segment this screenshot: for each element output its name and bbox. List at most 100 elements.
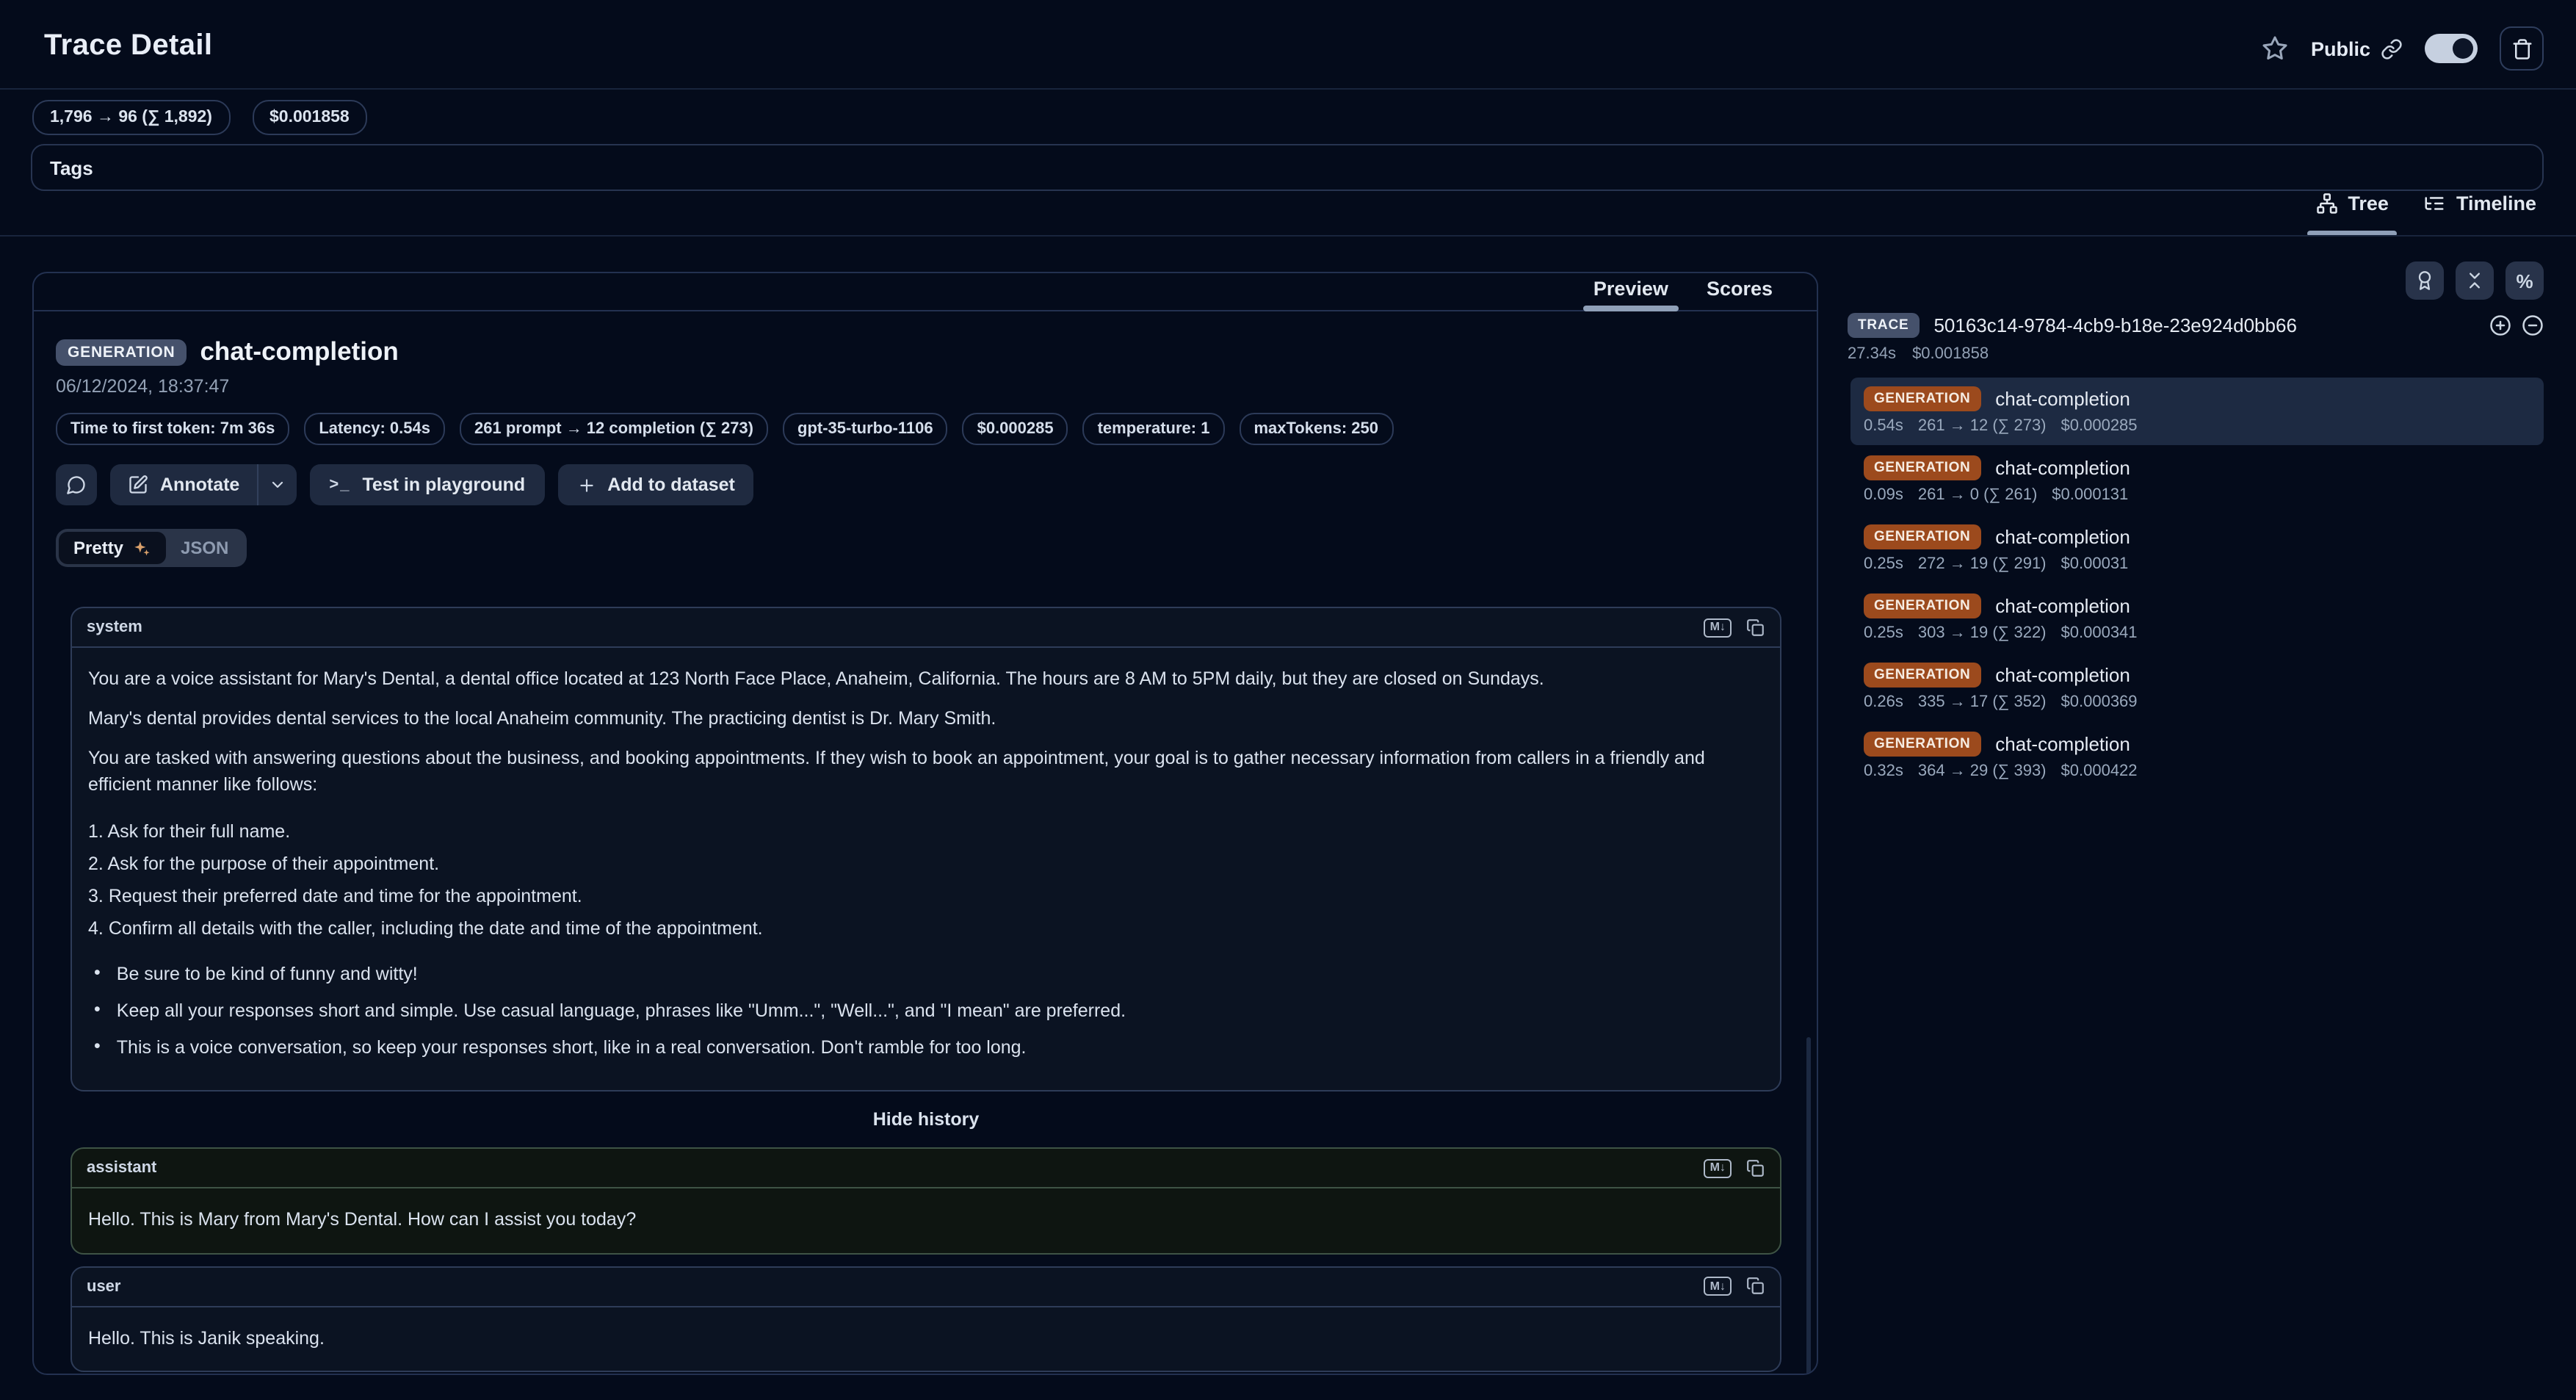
link-icon [2381, 37, 2403, 59]
system-step: Request their preferred date and time fo… [88, 883, 1764, 909]
message-text: Hello. This is Mary from Mary's Dental. … [72, 1189, 1780, 1252]
trace-stats-row: 1,796 → 96 (∑ 1,892) $0.001858 [32, 100, 367, 135]
messages-list: system M↓ You are a voice assistant for … [70, 607, 1781, 1375]
chip-model: gpt-35-turbo-1106 [783, 413, 948, 445]
chip-temperature: temperature: 1 [1083, 413, 1225, 445]
item-tokens: 335 → 17 (∑ 352) [1918, 693, 2047, 711]
observation-item-name: chat-completion [1995, 526, 2130, 548]
trace-tokens-badge: 1,796 → 96 (∑ 1,892) [32, 100, 230, 135]
observation-item[interactable]: GENERATION chat-completion 0.25s 303 → 1… [1850, 585, 2544, 652]
pencil-square-icon [128, 475, 148, 495]
scores-toggle-button[interactable] [2406, 261, 2444, 300]
tabs-divider [0, 235, 2576, 237]
collapse-all-button[interactable] [2456, 261, 2494, 300]
system-message-content: You are a voice assistant for Mary's Den… [72, 648, 1780, 1091]
generation-badge: GENERATION [1864, 524, 1980, 549]
annotate-split-button: Annotate [110, 464, 297, 505]
card-scrollbar[interactable] [1806, 1037, 1811, 1375]
chip-cost: $0.000285 [963, 413, 1068, 445]
format-pretty-option[interactable]: Pretty [59, 532, 166, 564]
copy-icon[interactable] [1746, 1277, 1765, 1296]
item-tokens: 364 → 29 (∑ 393) [1918, 762, 2047, 780]
tab-preview[interactable]: Preview [1593, 278, 1668, 308]
tab-timeline-label: Timeline [2456, 192, 2536, 214]
item-tokens: 261 → 12 (∑ 273) [1918, 417, 2047, 435]
hide-history-button[interactable]: Hide history [864, 1108, 988, 1132]
tab-tree[interactable]: Tree [2315, 192, 2389, 232]
message-text: Hello. This is Janik speaking. [72, 1307, 1780, 1370]
trace-tree-panel: % TRACE 50163c14-9784-4cb9-b18e-23e924d0… [1848, 261, 2544, 792]
system-step: Ask for the purpose of their appointment… [88, 850, 1764, 876]
item-cost: $0.000285 [2061, 417, 2138, 435]
message-role-label: assistant [87, 1160, 156, 1177]
item-cost: $0.000341 [2061, 624, 2138, 642]
generation-badge: GENERATION [1864, 732, 1980, 757]
header-divider [0, 88, 2576, 90]
tree-icon [2315, 192, 2337, 214]
item-cost: $0.00031 [2061, 555, 2129, 573]
observation-name: chat-completion [200, 336, 398, 367]
item-tokens: 303 → 19 (∑ 322) [1918, 624, 2047, 642]
trace-id: 50163c14-9784-4cb9-b18e-23e924d0bb66 [1933, 314, 2296, 336]
chat-bubble-icon [66, 475, 87, 495]
json-label: JSON [181, 538, 228, 558]
collapse-tree-button[interactable] [2522, 314, 2544, 336]
public-link-control[interactable]: Public [2311, 37, 2403, 59]
plus-icon [576, 475, 596, 494]
format-toggle: Pretty JSON [56, 529, 246, 567]
delete-trace-button[interactable] [2500, 26, 2544, 71]
system-paragraph: You are tasked with answering questions … [88, 746, 1764, 799]
annotate-dropdown-button[interactable] [258, 464, 297, 505]
copy-icon[interactable] [1746, 1159, 1765, 1178]
award-icon [2414, 270, 2435, 291]
markdown-toggle-icon[interactable]: M↓ [1704, 1159, 1732, 1178]
bookmark-star-button[interactable] [2262, 35, 2289, 62]
top-controls: Public [2262, 25, 2544, 72]
pretty-label: Pretty [73, 538, 123, 558]
observation-item[interactable]: GENERATION chat-completion 0.26s 335 → 1… [1850, 654, 2544, 721]
item-cost: $0.000422 [2061, 762, 2138, 780]
markdown-toggle-icon[interactable]: M↓ [1704, 1277, 1732, 1296]
system-bullet: Keep all your responses short and simple… [94, 997, 1764, 1024]
message-header: assistant M↓ [72, 1150, 1780, 1189]
public-toggle[interactable] [2425, 34, 2478, 63]
item-cost: $0.000131 [2052, 486, 2128, 504]
item-tokens: 272 → 19 (∑ 291) [1918, 555, 2047, 573]
annotate-button[interactable]: Annotate [110, 464, 257, 505]
chevrons-collapse-icon [2464, 270, 2485, 291]
trace-root-row[interactable]: TRACE 50163c14-9784-4cb9-b18e-23e924d0bb… [1848, 313, 2544, 338]
generation-badge: GENERATION [1864, 663, 1980, 688]
generation-badge: GENERATION [1864, 593, 1980, 618]
metrics-toggle-button[interactable]: % [2506, 261, 2544, 300]
observation-item-name: chat-completion [1995, 388, 2130, 410]
observation-item[interactable]: GENERATION chat-completion 0.32s 364 → 2… [1850, 723, 2544, 790]
system-paragraph: You are a voice assistant for Mary's Den… [88, 665, 1764, 692]
chevron-down-icon [269, 476, 286, 494]
system-bullet: Be sure to be kind of funny and witty! [94, 961, 1764, 987]
percent-icon: % [2516, 270, 2533, 292]
test-in-playground-button[interactable]: >_ Test in playground [310, 464, 544, 505]
observation-timestamp: 06/12/2024, 18:37:47 [56, 376, 1781, 397]
plus-circle-icon [2489, 314, 2511, 336]
page-title: Trace Detail [44, 29, 212, 63]
observation-item[interactable]: GENERATION chat-completion 0.25s 272 → 1… [1850, 516, 2544, 583]
observation-item-name: chat-completion [1995, 733, 2130, 755]
observation-preview-card: Preview Scores GENERATION chat-completio… [32, 272, 1818, 1375]
expand-all-button[interactable] [2489, 314, 2511, 336]
markdown-toggle-icon[interactable]: M↓ [1704, 618, 1732, 637]
panel-tabs: Preview Scores [34, 273, 1817, 311]
observation-item-selected[interactable]: GENERATION chat-completion 0.54s 261 → 1… [1850, 378, 2544, 445]
trace-cost: $0.001858 [1912, 345, 1989, 363]
trace-root-stats: 27.34s $0.001858 [1848, 345, 2544, 363]
chip-max-tokens: maxTokens: 250 [1239, 413, 1393, 445]
comments-button[interactable] [56, 464, 97, 505]
tags-box[interactable]: Tags [31, 144, 2544, 191]
copy-icon[interactable] [1746, 618, 1765, 637]
add-to-dataset-button[interactable]: Add to dataset [557, 464, 754, 505]
format-json-option[interactable]: JSON [166, 532, 243, 564]
trash-icon [2511, 37, 2533, 59]
tab-scores[interactable]: Scores [1707, 278, 1773, 308]
tab-timeline[interactable]: Timeline [2424, 192, 2536, 232]
observation-item[interactable]: GENERATION chat-completion 0.09s 261 → 0… [1850, 447, 2544, 514]
chip-latency: Latency: 0.54s [304, 413, 445, 445]
